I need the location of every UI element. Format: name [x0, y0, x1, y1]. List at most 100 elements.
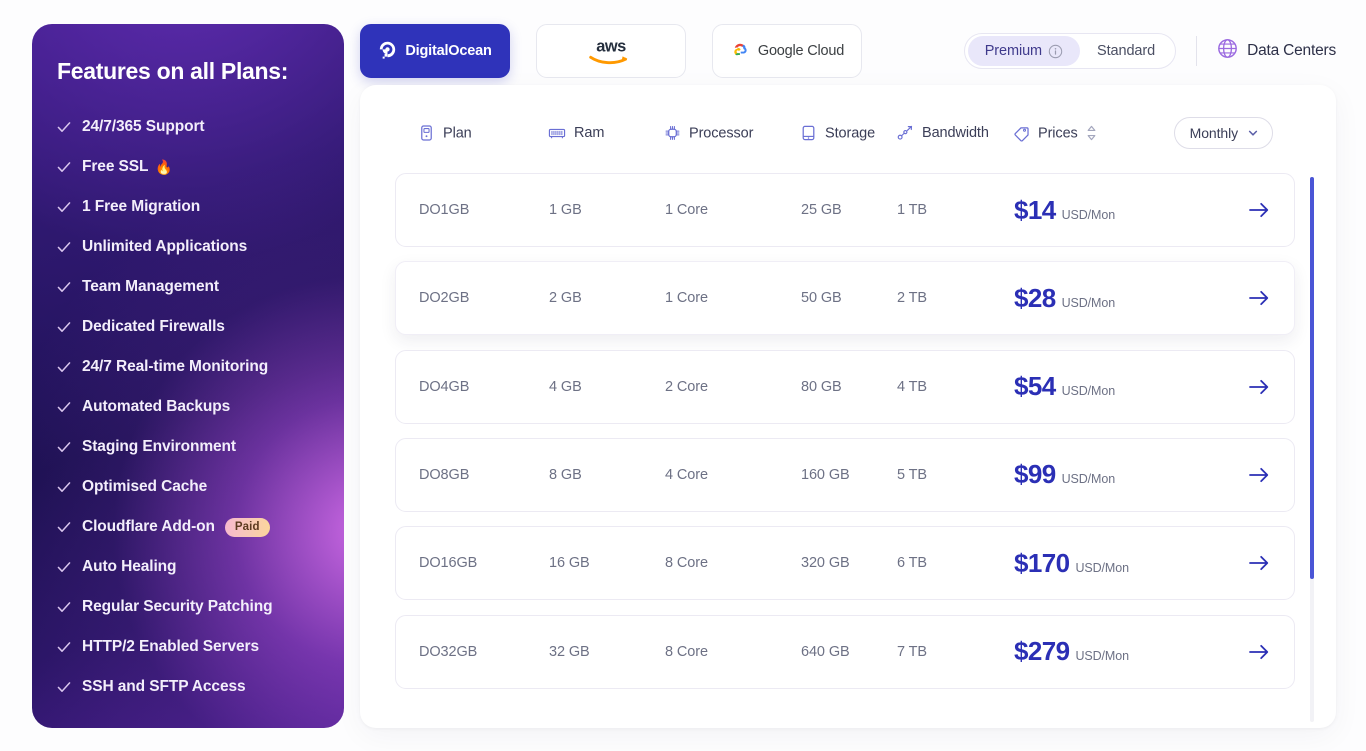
toolbar-divider [1196, 36, 1198, 66]
price-amount: $54 [1014, 371, 1056, 402]
cell-plan: DO32GB [419, 643, 478, 660]
cell-processor: 2 Core [665, 378, 708, 395]
sort-prices-control[interactable] [1086, 125, 1097, 142]
cell-storage: 160 GB [801, 466, 850, 483]
top-toolbar: DigitalOcean aws Google Cloud Premium St… [360, 24, 1336, 80]
price-tag-icon [1013, 125, 1030, 142]
check-icon [56, 439, 72, 455]
provider-tab-google-cloud[interactable]: Google Cloud [712, 24, 862, 78]
price-amount: $170 [1014, 547, 1070, 578]
data-centers-button[interactable]: Data Centers [1217, 38, 1336, 64]
check-icon [56, 279, 72, 295]
cell-plan: DO2GB [419, 290, 470, 307]
check-icon [56, 559, 72, 575]
cell-ram: 1 GB [549, 202, 582, 218]
cell-storage: 25 GB [801, 202, 842, 218]
tier-option-premium[interactable]: Premium [967, 36, 1081, 66]
cell-plan: DO4GB [419, 378, 470, 395]
tier-premium-label: Premium [984, 43, 1043, 59]
cell-bandwidth: 4 TB [897, 378, 927, 395]
feature-label: HTTP/2 Enabled Servers [82, 638, 259, 655]
info-icon[interactable] [1048, 44, 1063, 59]
price-amount: $279 [1014, 636, 1070, 666]
check-icon [56, 319, 72, 335]
feature-item: HTTP/2 Enabled Servers [56, 627, 320, 667]
table-row[interactable]: DO4GB 4 GB 2 Core 80 GB 4 TB $54 USD/Mon [395, 349, 1295, 424]
tier-option-standard[interactable]: Standard [1080, 36, 1172, 66]
cell-processor: 4 Core [665, 466, 708, 483]
column-header-bandwidth: Bandwidth [896, 124, 989, 142]
billing-period-select[interactable]: Monthly [1173, 117, 1273, 149]
cell-ram: 8 GB [549, 466, 582, 483]
tier-toggle: Premium Standard [963, 33, 1177, 69]
column-header-prices: Prices [1013, 125, 1097, 142]
price-unit: USD/Mon [1061, 295, 1116, 310]
feature-item: Free SSL 🔥 [56, 147, 320, 187]
features-sidebar: Features on all Plans: 24/7/365 Support F… [32, 24, 344, 728]
cell-storage: 640 GB [801, 643, 850, 660]
feature-label: Regular Security Patching [82, 598, 273, 615]
cell-plan: DO16GB [419, 555, 478, 572]
pricing-page: Features on all Plans: 24/7/365 Support F… [0, 0, 1366, 751]
feature-item: Cloudflare Add-on Paid [56, 507, 320, 547]
check-icon [56, 119, 72, 135]
sidebar-title: Features on all Plans: [57, 58, 289, 84]
svg-text:aws: aws [596, 37, 626, 55]
table-row[interactable]: DO8GB 8 GB 4 Core 160 GB 5 TB $99 USD/Mon [395, 437, 1295, 512]
column-header-plan-label: Plan [443, 125, 472, 141]
bandwidth-icon [896, 124, 914, 142]
feature-label: Team Management [82, 278, 219, 295]
feature-list: 24/7/365 Support Free SSL 🔥 1 Free Migratio… [56, 107, 320, 707]
table-row[interactable]: DO1GB 1 GB 1 Core 25 GB 1 TB $14 USD/Mon [395, 173, 1295, 247]
arrow-right-icon[interactable] [1248, 289, 1270, 307]
chevron-down-icon [1247, 127, 1259, 139]
table-scrollbar-thumb[interactable] [1310, 177, 1314, 579]
table-row[interactable]: DO16GB 16 GB 8 Core 320 GB 6 TB $170 USD/Mon [395, 526, 1295, 601]
price-unit: USD/Mon [1075, 560, 1129, 575]
feature-item: 24/7/365 Support [56, 107, 320, 147]
column-header-processor: Processor [664, 125, 753, 142]
digitalocean-logo-icon [378, 40, 397, 62]
cell-price: $54 USD/Mon [1014, 371, 1115, 402]
globe-icon [1217, 38, 1238, 64]
price-unit: USD/Mon [1061, 384, 1116, 399]
arrow-right-icon[interactable] [1248, 554, 1270, 572]
arrow-right-icon[interactable] [1248, 466, 1270, 484]
check-icon [56, 199, 72, 215]
table-row[interactable]: DO32GB 32 GB 8 Core 640 GB 7 TB $279 USD/Mon [395, 614, 1295, 689]
provider-tab-aws[interactable]: aws [536, 24, 686, 78]
feature-item: Optimised Cache [56, 467, 320, 507]
price-unit: USD/Mon [1061, 472, 1116, 487]
arrow-right-icon[interactable] [1248, 201, 1270, 219]
table-row[interactable]: DO2GB 2 GB 1 Core 50 GB 2 TB $28 USD/Mon [395, 261, 1295, 336]
cell-plan: DO1GB [419, 202, 470, 218]
cell-price: $279 USD/Mon [1014, 636, 1129, 667]
feature-item: Team Management [56, 267, 320, 307]
provider-label-google-cloud: Google Cloud [757, 43, 845, 59]
provider-label-digitalocean: DigitalOcean [405, 43, 492, 59]
price-unit: USD/Mon [1075, 649, 1129, 663]
cell-bandwidth: 6 TB [897, 555, 927, 572]
feature-label: Auto Healing [82, 558, 177, 575]
paid-badge: Paid [224, 517, 270, 537]
table-header-row: Plan Ram Processor Storage Bandwidth Pri… [360, 85, 1336, 149]
cell-processor: 8 Core [665, 555, 708, 572]
check-icon [56, 479, 72, 495]
provider-tab-digitalocean[interactable]: DigitalOcean [360, 24, 510, 78]
cell-storage: 80 GB [801, 378, 842, 395]
feature-label: Dedicated Firewalls [82, 318, 225, 335]
column-header-prices-label: Prices [1038, 125, 1078, 141]
cell-ram: 32 GB [549, 643, 590, 660]
cell-price: $14 USD/Mon [1014, 195, 1115, 226]
cell-ram: 2 GB [549, 290, 582, 307]
cell-ram: 4 GB [549, 378, 582, 395]
cell-ram: 16 GB [549, 555, 590, 572]
check-icon [56, 399, 72, 415]
check-icon [56, 359, 72, 375]
feature-item: 24/7 Real-time Monitoring [56, 347, 320, 387]
check-icon [56, 639, 72, 655]
arrow-right-icon[interactable] [1248, 378, 1270, 396]
feature-item: Staging Environment [56, 427, 320, 467]
price-amount: $28 [1014, 282, 1056, 313]
arrow-right-icon[interactable] [1248, 643, 1270, 661]
